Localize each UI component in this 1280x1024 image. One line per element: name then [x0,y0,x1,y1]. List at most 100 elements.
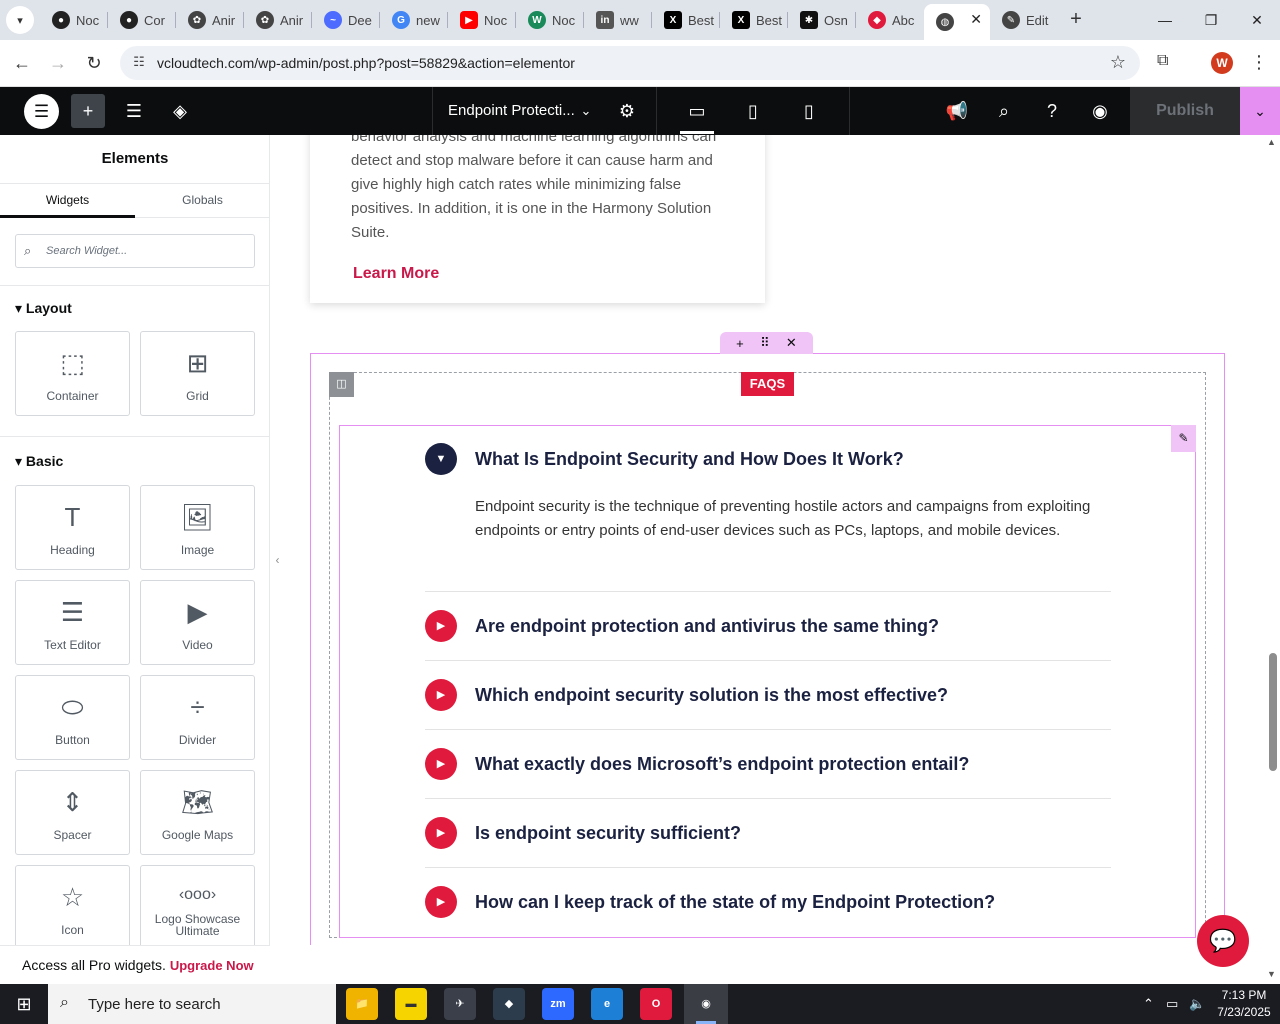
mobile-view-icon[interactable]: ▯ [792,94,826,128]
edge-icon[interactable]: e [591,988,623,1020]
opera-icon[interactable]: O [640,988,672,1020]
widget-google-maps[interactable]: 🗺 Google Maps [140,770,255,855]
faq-question[interactable]: What exactly does Microsoft’s endpoint p… [475,754,969,775]
widget-button[interactable]: ⬭ Button [15,675,130,760]
faq-question[interactable]: Are endpoint protection and antivirus th… [475,616,939,637]
elementor-logo-icon[interactable]: ☰ [24,94,59,129]
play-arrow-icon[interactable]: ▶ [425,748,457,780]
structure-layers-icon[interactable]: ◈ [163,94,197,128]
site-settings-icon[interactable]: ☰ [117,94,151,128]
windows-start-icon[interactable]: ⊞ [0,984,48,1024]
tab-widgets[interactable]: Widgets [0,184,135,218]
browser-tab[interactable]: W Noc [516,4,584,36]
faq-question[interactable]: How can I keep track of the state of my … [475,892,995,913]
search-widget-input[interactable]: ⌕ Search Widget... [15,234,255,268]
widget-heading[interactable]: T Heading [15,485,130,570]
browser-tab[interactable]: ✱ Osn [788,4,856,36]
collapse-panel-handle[interactable]: ‹ [270,540,285,580]
scroll-up-arrow-icon[interactable]: ▲ [1267,137,1276,147]
profile-avatar[interactable]: W [1211,52,1233,74]
minimize-button[interactable]: — [1153,8,1177,32]
browser-tab[interactable]: ~ Dee [312,4,380,36]
close-tab-icon[interactable]: ✕ [970,11,982,28]
preview-eye-icon[interactable]: ◉ [1083,94,1117,128]
extensions-icon[interactable]: ⧉ [1157,52,1179,74]
forward-button[interactable]: → [47,52,69,74]
edit-widget-pencil-icon[interactable]: ✎ [1171,425,1196,452]
widget-text-editor[interactable]: ☰ Text Editor [15,580,130,665]
learn-more-link[interactable]: Learn More [353,265,439,283]
close-window-button[interactable]: ✕ [1245,8,1269,32]
faq-question[interactable]: Is endpoint security sufficient? [475,823,741,844]
browser-tab[interactable]: ✿ Anir [176,4,244,36]
widget-container[interactable]: ⬚ Container [15,331,130,416]
help-icon[interactable]: ? [1035,94,1069,128]
chevron-down-icon[interactable]: ▼ [425,443,457,475]
widget-image[interactable]: 🖼 Image [140,485,255,570]
category-layout[interactable]: ▾ Layout [15,300,72,317]
volume-icon[interactable]: 🔈 [1189,996,1205,1012]
widget-divider[interactable]: ÷ Divider [140,675,255,760]
back-button[interactable]: ← [11,52,33,74]
app-icon[interactable]: ◆ [493,988,525,1020]
publish-options-button[interactable]: ⌄ [1240,87,1280,135]
page-settings-gear-icon[interactable]: ⚙ [610,94,644,128]
container-handle-icon[interactable]: ◫ [329,372,354,397]
browser-tab[interactable]: ✎ Edit [990,4,1058,36]
widget-grid[interactable]: ⊞ Grid [140,331,255,416]
canvas-scrollbar[interactable]: ▲ ▼ [1265,135,1280,984]
widget-icon[interactable]: ☆ Icon [15,865,130,950]
faq-question[interactable]: Which endpoint security solution is the … [475,685,948,706]
scroll-down-arrow-icon[interactable]: ▼ [1267,969,1276,979]
widget-spacer[interactable]: ⇕ Spacer [15,770,130,855]
browser-tab[interactable]: ✿ Anir [244,4,312,36]
site-info-icon[interactable]: ☷ [130,54,148,72]
network-icon[interactable]: ▭ [1166,996,1178,1012]
notifications-megaphone-icon[interactable]: 📢 [940,94,974,128]
browser-tab[interactable]: ● Noc [40,4,108,36]
zoom-icon[interactable]: zm [542,988,574,1020]
browser-tab[interactable]: in ww [584,4,652,36]
feature-card[interactable]: behavior analysis and machine learning a… [310,135,765,303]
browser-tab[interactable]: ◆ Abc [856,4,924,36]
chrome-icon[interactable]: ◉ [690,988,722,1020]
faq-item[interactable]: ▶ What exactly does Microsoft’s endpoint… [425,748,1111,817]
page-title[interactable]: Endpoint Protecti... [448,102,575,119]
scrollbar-thumb[interactable] [1269,653,1277,771]
category-basic[interactable]: ▾ Basic [15,453,63,470]
play-arrow-icon[interactable]: ▶ [425,679,457,711]
chat-support-icon[interactable]: 💬 [1197,915,1249,967]
restore-button[interactable]: ❐ [1199,8,1223,32]
sticky-notes-icon[interactable]: ▬ [395,988,427,1020]
publish-button[interactable]: Publish [1130,87,1240,135]
drag-handle-icon[interactable]: ⠿ [760,335,770,351]
faq-item[interactable]: ▶ Are endpoint protection and antivirus … [425,610,1111,679]
browser-tab[interactable]: G new [380,4,448,36]
faq-item[interactable]: ▶ Is endpoint security sufficient? [425,817,1111,886]
faq-item[interactable]: ▼ What Is Endpoint Security and How Does… [425,443,1111,593]
finder-search-icon[interactable]: ⌕ [987,94,1021,128]
bookmark-star-icon[interactable]: ☆ [1110,52,1126,73]
reload-button[interactable]: ↻ [83,52,105,74]
browser-tab[interactable]: X Best [720,4,788,36]
play-arrow-icon[interactable]: ▶ [425,610,457,642]
chevron-down-icon[interactable]: ⌄ [569,94,603,128]
play-arrow-icon[interactable]: ▶ [425,817,457,849]
faq-question[interactable]: What Is Endpoint Security and How Does I… [475,449,904,470]
browser-menu-icon[interactable]: ⋮ [1250,52,1268,73]
browser-tab[interactable]: ● Cor [108,4,176,36]
taskbar-search-box[interactable]: ⌕ Type here to search [48,984,336,1024]
upgrade-now-link[interactable]: Upgrade Now [170,958,254,973]
browser-tab-active[interactable]: ◍ ✕ [924,4,990,40]
file-explorer-icon[interactable]: 📁 [346,988,378,1020]
add-section-icon[interactable]: + [736,336,744,351]
tab-globals[interactable]: Globals [135,184,270,218]
app-icon[interactable]: ✈ [444,988,476,1020]
browser-tab[interactable]: X Best [652,4,720,36]
widget-video[interactable]: ▶ Video [140,580,255,665]
add-element-button[interactable]: + [71,94,105,128]
chevron-up-icon[interactable]: ⌃ [1143,996,1154,1012]
clock[interactable]: 7:13 PM 7/23/2025 [1212,987,1276,1021]
tablet-view-icon[interactable]: ▯ [736,94,770,128]
new-tab-button[interactable]: + [1064,8,1088,32]
